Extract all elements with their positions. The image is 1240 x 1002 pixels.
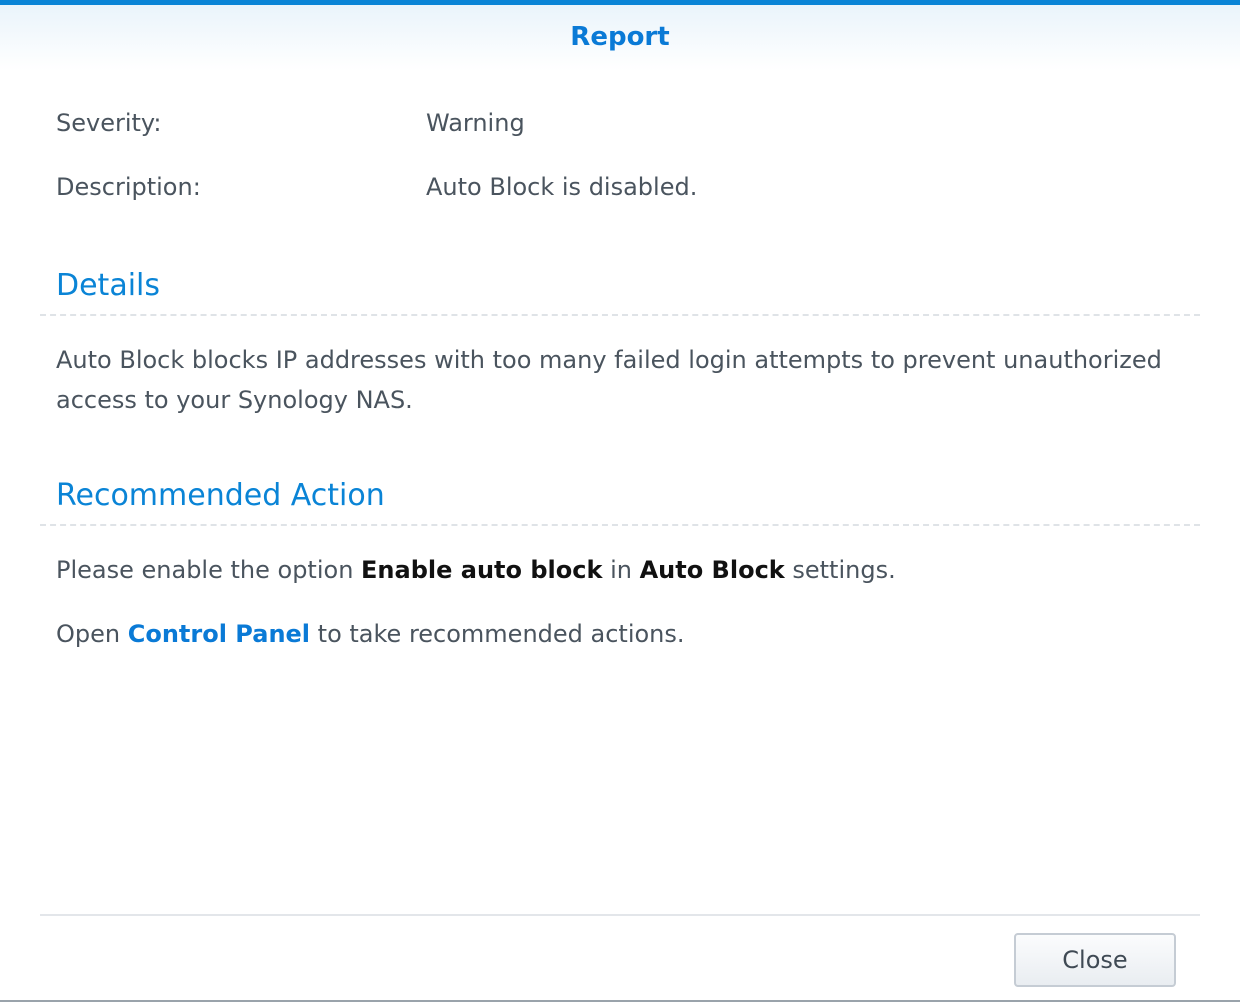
instruction-middle: in: [602, 556, 640, 584]
dialog-titlebar: Report: [0, 5, 1240, 71]
severity-label: Severity:: [56, 109, 162, 137]
open-control-panel-line: Open Control Panel to take recommended a…: [56, 614, 1180, 654]
open-prefix: Open: [56, 620, 128, 648]
open-suffix: to take recommended actions.: [310, 620, 685, 648]
footer-divider: [40, 914, 1200, 916]
control-panel-link[interactable]: Control Panel: [128, 620, 310, 648]
details-text: Auto Block blocks IP addresses with too …: [56, 346, 1162, 414]
details-divider: [40, 314, 1200, 316]
close-button[interactable]: Close: [1014, 933, 1176, 987]
recommended-action-heading: Recommended Action: [56, 478, 385, 513]
description-value: Auto Block is disabled.: [426, 173, 698, 201]
dialog-title: Report: [570, 22, 670, 52]
severity-value: Warning: [426, 109, 525, 137]
settings-name: Auto Block: [639, 556, 785, 584]
details-heading: Details: [56, 268, 161, 303]
recommended-instruction: Please enable the option Enable auto blo…: [56, 550, 1180, 590]
option-name: Enable auto block: [361, 556, 603, 584]
recommended-divider: [40, 524, 1200, 526]
instruction-suffix: settings.: [784, 556, 896, 584]
report-dialog: Report Severity: Warning Description: Au…: [0, 0, 1240, 1002]
instruction-prefix: Please enable the option: [56, 556, 362, 584]
description-label: Description:: [56, 173, 201, 201]
